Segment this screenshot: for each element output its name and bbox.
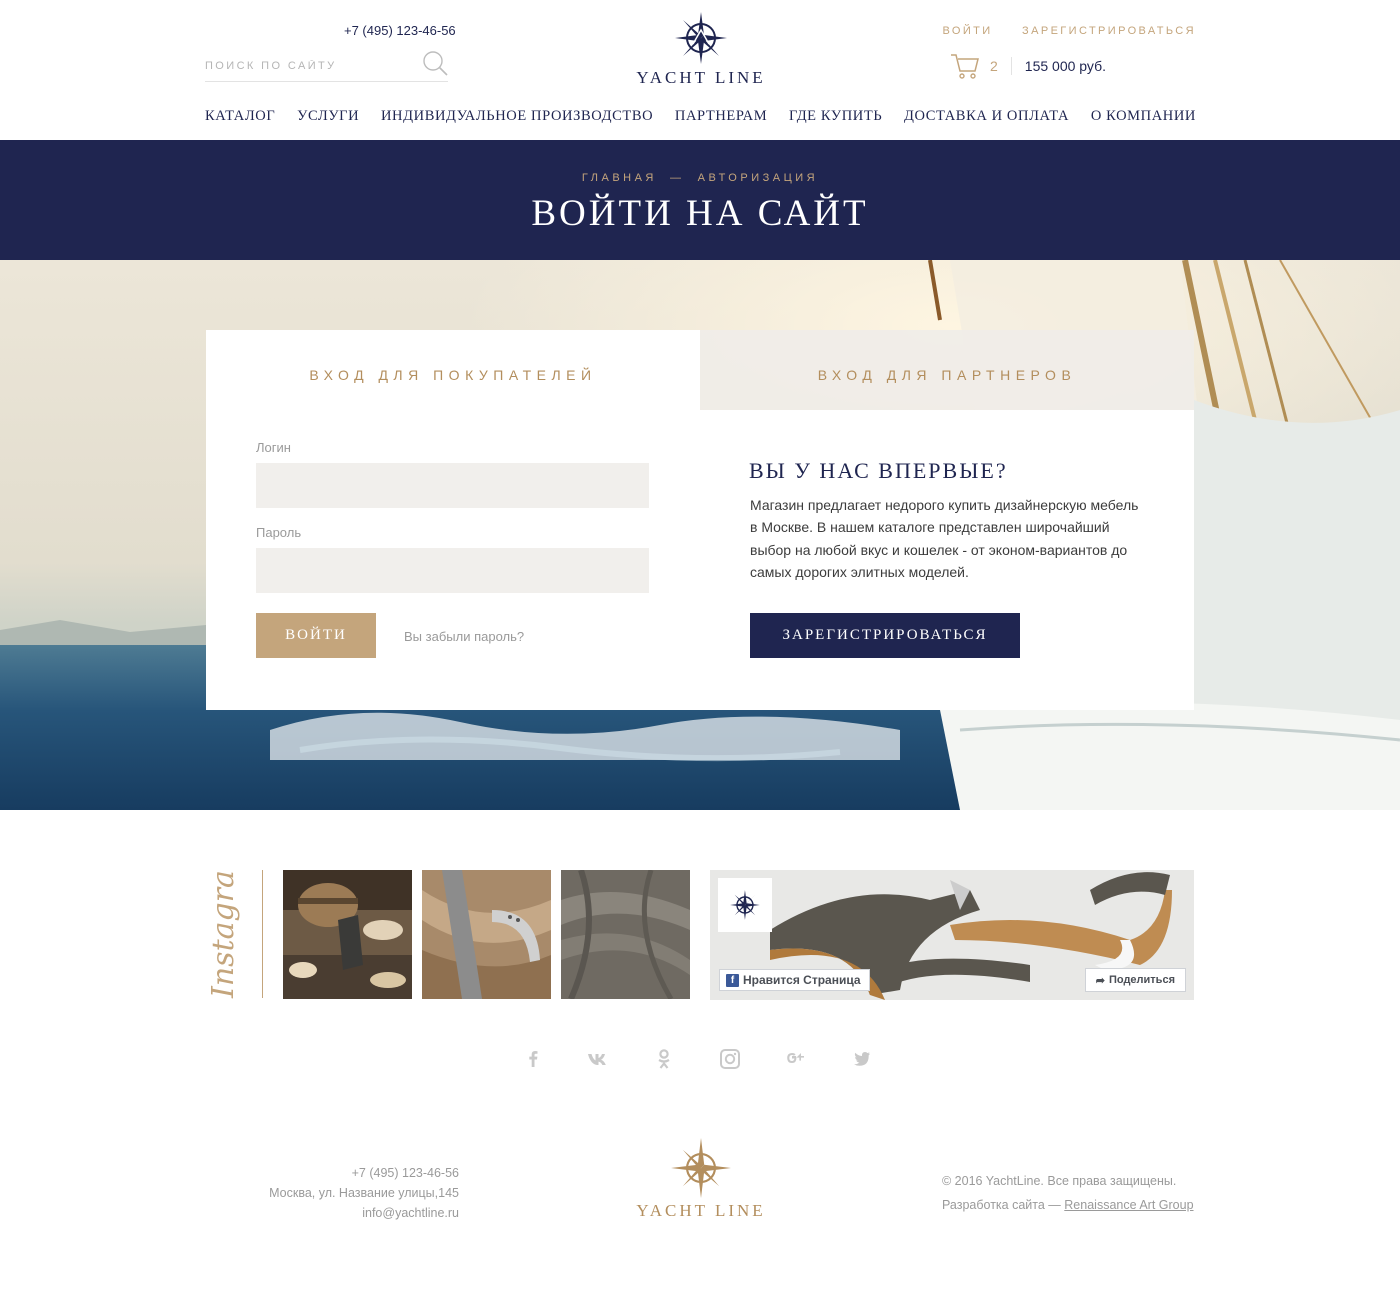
- facebook-like-button[interactable]: f Нравится Страница: [719, 969, 870, 991]
- footer-address: Москва, ул. Название улицы,145: [269, 1186, 459, 1200]
- forgot-password-link[interactable]: Вы забыли пароль?: [404, 629, 524, 644]
- compass-logo-icon: [730, 890, 760, 920]
- social-links: [520, 1046, 880, 1072]
- footer-copyright: © 2016 YachtLine. Все права защищены.: [942, 1174, 1177, 1188]
- login-card-body: Логин Пароль ВОЙТИ Вы забыли пароль? ВЫ …: [206, 410, 1194, 710]
- logo-text: YACHT LINE: [636, 68, 766, 87]
- instagram-divider: [262, 870, 263, 998]
- fabric-photo-image: [561, 870, 690, 999]
- breadcrumb-separator: —: [670, 172, 685, 184]
- cart-divider: [1010, 57, 1012, 75]
- nav-item-catalog[interactable]: КАТАЛОГ: [205, 108, 275, 125]
- breadcrumb-current: АВТОРИЗАЦИЯ: [697, 172, 819, 184]
- instagram-photo-fabric[interactable]: [561, 870, 690, 999]
- rope-photo-image: [422, 870, 551, 999]
- new-customer-text: Магазин предлагает недорого купить дизай…: [750, 497, 1139, 581]
- facebook-like-label: Нравится Страница: [743, 973, 861, 987]
- footer-phone[interactable]: +7 (495) 123-46-56: [230, 1163, 459, 1183]
- login-link[interactable]: ВОЙТИ: [943, 25, 993, 37]
- instagram-icon[interactable]: [717, 1046, 743, 1072]
- cart-icon[interactable]: [950, 53, 980, 79]
- instagram-photo-rope[interactable]: [422, 870, 551, 999]
- cart-summary[interactable]: 2 155 000 руб.: [950, 52, 1106, 80]
- site-header: +7 (495) 123-46-56 YACHT LINE ВОЙТИ: [0, 0, 1400, 140]
- password-field-label: Пароль: [256, 525, 302, 540]
- login-field-label: Логин: [256, 440, 291, 455]
- footer-email[interactable]: info@yachtline.ru: [230, 1203, 459, 1223]
- tab-partners-login[interactable]: ВХОД ДЛЯ ПАРТНЕРОВ: [700, 330, 1194, 410]
- footer-logo-text: YACHT LINE: [636, 1201, 766, 1220]
- footer-legal: © 2016 YachtLine. Все права защищены. Ра…: [942, 1169, 1194, 1217]
- facebook-share-label: Поделиться: [1108, 974, 1175, 986]
- site-logo[interactable]: YACHT LINE: [630, 10, 772, 92]
- breadcrumb: ГЛАВНАЯ — АВТОРИЗАЦИЯ: [0, 172, 1400, 184]
- google-plus-icon[interactable]: [783, 1046, 809, 1072]
- nav-item-partners[interactable]: ПАРТНЕРАМ: [675, 108, 767, 125]
- cart-count: 2: [990, 58, 998, 74]
- login-input[interactable]: [256, 463, 649, 508]
- instagram-script-text: Instagram: [206, 842, 241, 999]
- nav-item-where-to-buy[interactable]: ГДЕ КУПИТЬ: [789, 108, 882, 125]
- login-submit-button[interactable]: ВОЙТИ: [256, 613, 376, 658]
- search-input[interactable]: [205, 56, 405, 76]
- auth-links: ВОЙТИ ЗАРЕГИСТРИРОВАТЬСЯ: [919, 25, 1196, 37]
- breadcrumb-home[interactable]: ГЛАВНАЯ: [582, 172, 657, 184]
- instagram-photo-woodwork[interactable]: [283, 870, 412, 999]
- main-nav: КАТАЛОГ УСЛУГИ ИНДИВИДУАЛЬНОЕ ПРОИЗВОДСТ…: [205, 108, 1196, 125]
- register-link[interactable]: ЗАРЕГИСТРИРОВАТЬСЯ: [1022, 25, 1196, 37]
- twitter-icon[interactable]: [849, 1046, 875, 1072]
- footer-contacts: +7 (495) 123-46-56 Москва, ул. Название …: [230, 1163, 459, 1223]
- footer-logo[interactable]: YACHT LINE: [622, 1138, 780, 1221]
- facebook-page-widget[interactable]: f Нравится Страница ➦ Поделиться: [710, 870, 1194, 1000]
- svg-text:Instagram: Instagram: [206, 870, 241, 999]
- compass-logo-icon: [671, 1138, 731, 1198]
- nav-item-delivery[interactable]: ДОСТАВКА И ОПЛАТА: [904, 108, 1069, 125]
- facebook-icon[interactable]: [520, 1046, 546, 1072]
- search-icon[interactable]: [422, 50, 448, 76]
- tab-buyers-login[interactable]: ВХОД ДЛЯ ПОКУПАТЕЛЕЙ: [206, 330, 700, 410]
- odnoklassniki-icon[interactable]: [651, 1046, 677, 1072]
- page-title: ВОЙТИ НА САЙТ: [531, 193, 869, 234]
- instagram-label[interactable]: Instagram: [195, 842, 245, 1000]
- search-box: [205, 50, 448, 82]
- facebook-icon: f: [726, 973, 739, 987]
- woodwork-photo-image: [283, 870, 412, 999]
- footer-developer-link[interactable]: Renaissance Art Group: [1064, 1198, 1193, 1212]
- nav-item-about[interactable]: О КОМПАНИИ: [1091, 108, 1196, 125]
- compass-logo-icon: [675, 12, 727, 64]
- cart-total: 155 000 руб.: [1024, 58, 1106, 74]
- footer-developer-prefix: Разработка сайта —: [942, 1198, 1061, 1212]
- page-title-band: ГЛАВНАЯ — АВТОРИЗАЦИЯ ВОЙТИ НА САЙТ: [0, 140, 1400, 260]
- nav-item-services[interactable]: УСЛУГИ: [297, 108, 359, 125]
- nav-item-custom-production[interactable]: ИНДИВИДУАЛЬНОЕ ПРОИЗВОДСТВО: [381, 108, 653, 125]
- facebook-share-button[interactable]: ➦ Поделиться: [1084, 968, 1186, 992]
- password-input[interactable]: [256, 548, 649, 593]
- facebook-page-avatar: [718, 878, 772, 932]
- header-phone[interactable]: +7 (495) 123-46-56: [344, 23, 456, 38]
- share-arrow-icon: ➦: [1095, 974, 1105, 987]
- login-card: ВХОД ДЛЯ ПОКУПАТЕЛЕЙ ВХОД ДЛЯ ПАРТНЕРОВ …: [206, 330, 1194, 710]
- vk-icon[interactable]: [585, 1046, 611, 1072]
- footer-developer: Разработка сайта — Renaissance Art Group: [942, 1193, 1194, 1217]
- new-customer-title: ВЫ У НАС ВПЕРВЫЕ?: [749, 458, 1008, 483]
- register-button[interactable]: ЗАРЕГИСТРИРОВАТЬСЯ: [750, 613, 1020, 658]
